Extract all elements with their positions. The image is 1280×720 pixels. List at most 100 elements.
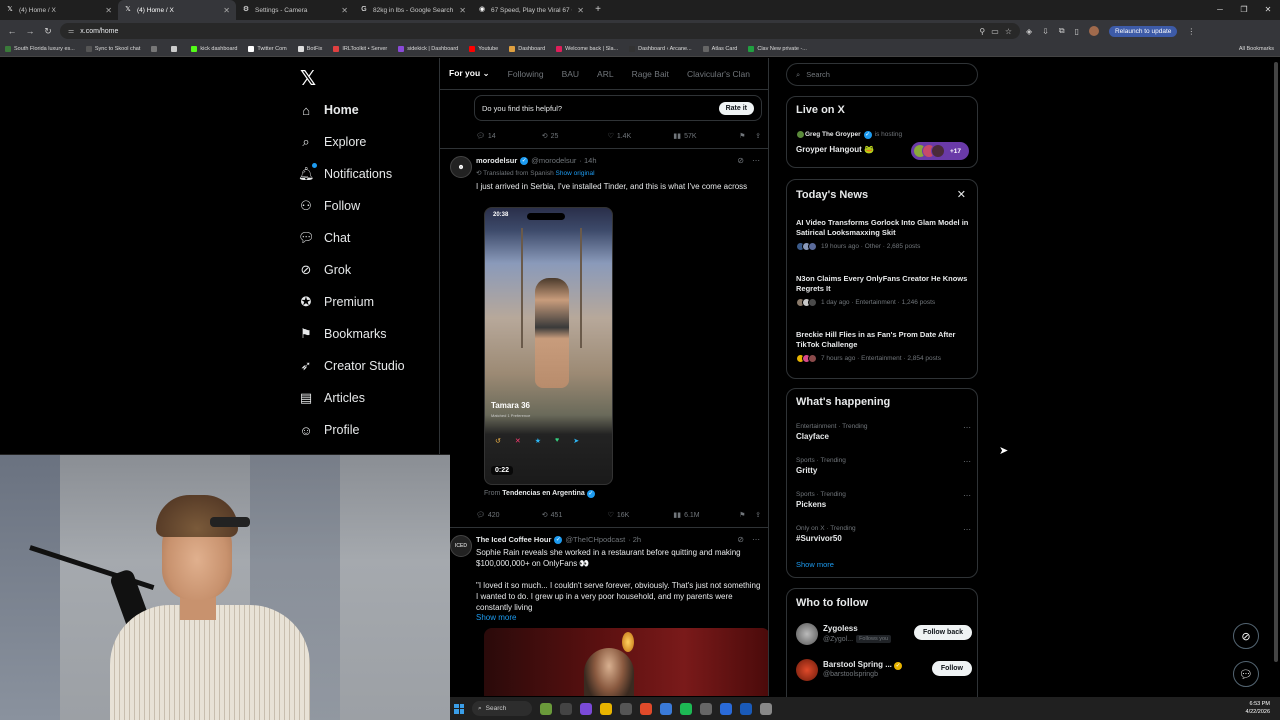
menu-icon[interactable]: ⋮ <box>1187 27 1195 36</box>
close-icon[interactable]: ✕ <box>577 6 584 15</box>
maximize-icon[interactable]: ❐ <box>1232 0 1256 20</box>
bookmark-item[interactable]: sidekick | Dashboard <box>398 46 458 52</box>
tab-clavicular-s-clan[interactable]: Clavicular's Clan <box>687 69 750 79</box>
show-more-link[interactable]: Show more <box>476 613 516 622</box>
close-icon[interactable]: ✕ <box>459 6 466 15</box>
nav-item-chat[interactable]: 💬︎ Chat <box>298 222 438 254</box>
trend-item[interactable]: Only on X · Trending #Survivor50 ⋯ <box>796 525 971 543</box>
bookmark-item[interactable]: Sync to Skool chat <box>85 46 140 52</box>
bookmark-item[interactable]: Clav New private -... <box>748 46 807 52</box>
taskbar-search[interactable]: ⌕ Search <box>472 701 532 716</box>
grok-icon[interactable]: ⊘ <box>737 156 744 165</box>
task-view-icon[interactable] <box>560 702 572 715</box>
news-item[interactable]: N3on Claims Every OnlyFans Creator He Kn… <box>796 274 971 307</box>
scrollbar-thumb[interactable] <box>1274 62 1278 662</box>
close-window-icon[interactable]: ✕ <box>1256 0 1280 20</box>
browser-tab[interactable]: ◉ 67 Speed, Play the Viral 67 Gam ✕ <box>472 0 590 20</box>
bookmark-item[interactable]: IRLToolkit • Server <box>333 46 387 52</box>
chrome-icon[interactable] <box>640 702 652 715</box>
trend-item[interactable]: Sports · Trending Pickens ⋯ <box>796 491 971 509</box>
x-logo-icon[interactable]: 𝕏 <box>300 66 438 94</box>
more-icon[interactable]: ⋯ <box>752 535 760 544</box>
bookmark-item[interactable]: Welcome back | Sla... <box>556 46 618 52</box>
new-tab-icon[interactable]: + <box>590 0 606 20</box>
reply-button[interactable]: 💬︎ 420 <box>476 511 542 520</box>
nav-item-bookmarks[interactable]: ⚑ Bookmarks <box>298 318 438 350</box>
chat-fab-icon[interactable]: 💬︎ <box>1233 661 1259 687</box>
trend-item[interactable]: Sports · Trending Gritty ⋯ <box>796 457 971 475</box>
app-icon[interactable] <box>760 702 772 715</box>
suggestion-name[interactable]: Barstool Spring ... <box>823 660 892 669</box>
nav-item-notifications[interactable]: 🔔︎ Notifications <box>298 158 438 190</box>
profile-avatar[interactable] <box>1088 26 1099 36</box>
post-time[interactable]: · 2h <box>628 535 641 544</box>
like-button[interactable]: ♡ 1.4K <box>608 132 674 141</box>
avatar[interactable] <box>796 659 818 681</box>
scrollbar[interactable] <box>1272 58 1278 696</box>
news-item[interactable]: AI Video Transforms Gorlock Into Glam Mo… <box>796 218 971 251</box>
bookmark-item[interactable]: Dashboard ‹ Arcane... <box>629 46 692 52</box>
reply-button[interactable]: 💬︎ 14 <box>476 132 542 141</box>
more-icon[interactable]: ⋯ <box>963 423 971 432</box>
author-handle[interactable]: @morodelsur <box>531 156 576 165</box>
all-bookmarks-button[interactable]: All Bookmarks <box>1239 46 1274 52</box>
host-name[interactable]: Greg The Groyper <box>805 131 861 138</box>
tab-e[interactable]: E <box>768 69 769 79</box>
browser-tab[interactable]: G 82kg in lbs - Google Search ✕ <box>354 0 472 20</box>
app-icon[interactable] <box>720 702 732 715</box>
bookmark-item[interactable]: Dashboard <box>509 46 545 52</box>
show-more-link[interactable]: Show more <box>796 560 834 569</box>
author-handle[interactable]: @TheICHpodcast <box>565 535 625 544</box>
star-icon[interactable]: ☆ <box>1005 27 1012 36</box>
avatar[interactable] <box>796 623 818 645</box>
bookmark-item[interactable] <box>171 46 180 52</box>
tab-rage-bait[interactable]: Rage Bait <box>632 69 669 79</box>
nav-item-articles[interactable]: ▤ Articles <box>298 382 438 414</box>
grok-icon[interactable]: ⊘ <box>737 535 744 544</box>
browser-tab[interactable]: 𝕏 (4) Home / X ✕ <box>0 0 118 20</box>
post-image[interactable] <box>484 628 768 696</box>
extension-icon[interactable]: ◈ <box>1026 27 1032 36</box>
tab-following[interactable]: Following <box>508 69 544 79</box>
nav-item-explore[interactable]: ⌕ Explore <box>298 126 438 158</box>
zoom-icon[interactable]: ⚲ <box>979 27 985 36</box>
share-icon[interactable]: ⇪ <box>755 511 761 519</box>
close-icon[interactable]: ✕ <box>341 6 348 15</box>
bookmark-item[interactable]: South Florida luxury es... <box>5 46 75 52</box>
author-name[interactable]: The Iced Coffee Hour <box>476 535 551 544</box>
outlook-icon[interactable] <box>740 702 752 715</box>
reload-icon[interactable]: ↻ <box>42 26 54 37</box>
more-icon[interactable]: ⋯ <box>963 525 971 534</box>
post[interactable]: ☻ morodelsur ✓ @morodelsur · 14h ⊘ ⋯ ⟲ T… <box>448 156 764 526</box>
nav-item-home[interactable]: ⌂ Home <box>298 94 438 126</box>
source-name[interactable]: Tendencias en Argentina <box>502 490 584 497</box>
bookmark-item[interactable]: kick dashboard <box>191 46 237 52</box>
more-icon[interactable]: ⋯ <box>752 156 760 165</box>
spotify-icon[interactable] <box>680 702 692 715</box>
more-icon[interactable]: ⋯ <box>963 491 971 500</box>
bookmark-item[interactable] <box>151 46 160 52</box>
close-icon[interactable]: ✕ <box>223 6 230 15</box>
show-original-link[interactable]: Show original <box>556 170 595 177</box>
follow-button[interactable]: Follow <box>931 661 972 676</box>
bookmark-item[interactable]: Twitter Com <box>248 46 287 52</box>
back-icon[interactable]: ← <box>6 26 18 36</box>
bookmark-icon[interactable]: ⚑ <box>739 132 755 140</box>
news-item[interactable]: Breckie Hill Flies in as Fan's Prom Date… <box>796 330 971 363</box>
tab-bau[interactable]: BAU <box>562 69 579 79</box>
tab-arl[interactable]: ARL <box>597 69 614 79</box>
suggestion-name[interactable]: Zygoless <box>823 624 858 633</box>
site-info-icon[interactable]: ⚌ <box>68 27 74 35</box>
follow-suggestion[interactable]: Zygoless @Zygol... Follows you Follow ba… <box>796 621 972 647</box>
nav-item-profile[interactable]: ☺ Profile <box>298 414 438 446</box>
nav-item-grok[interactable]: ⊘ Grok <box>298 254 438 286</box>
minimize-icon[interactable]: ─ <box>1208 0 1232 20</box>
avatar[interactable]: ☻ <box>450 156 472 178</box>
follow-back-button[interactable]: Follow back <box>913 625 972 640</box>
close-icon[interactable]: ✕ <box>105 6 112 15</box>
folder-icon[interactable] <box>600 702 612 715</box>
trend-item[interactable]: Entertainment · Trending Clayface ⋯ <box>796 423 971 441</box>
bookmark-icon[interactable]: ⚑ <box>739 511 755 519</box>
listener-avatars[interactable]: +17 <box>911 142 969 160</box>
post-video[interactable]: 20:38 Tamara 36 Matched 1 Preference ↺ ✕… <box>484 207 613 485</box>
